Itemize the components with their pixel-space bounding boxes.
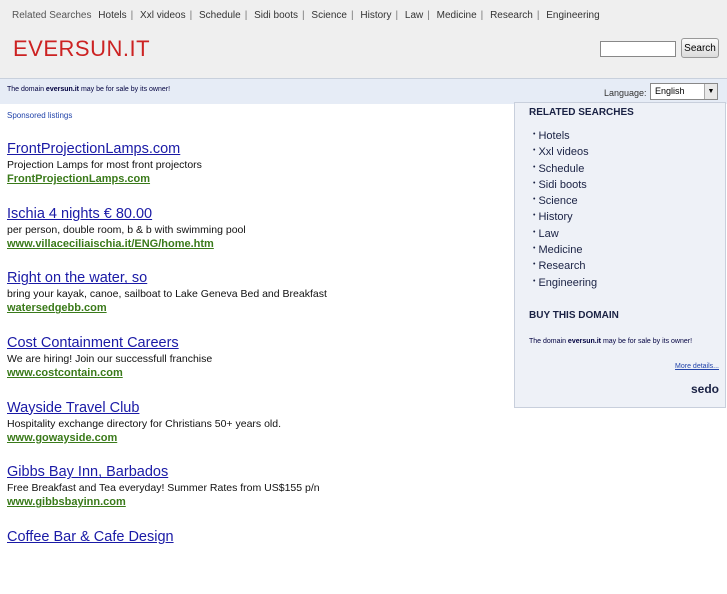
ad-title-link[interactable]: Coffee Bar & Cafe Design	[7, 529, 497, 546]
related-link-xxl-videos[interactable]: Xxl videos	[140, 10, 186, 21]
ad-description: per person, double room, b & b with swim…	[7, 223, 246, 236]
related-link-schedule[interactable]: Schedule	[199, 10, 241, 21]
ad-url-link[interactable]: www.costcontain.com	[7, 366, 497, 380]
ad-listing: Gibbs Bay Inn, Barbados Free Breakfast a…	[7, 464, 497, 529]
ad-description: Free Breakfast and Tea everyday! Summer …	[7, 482, 320, 495]
ad-listing: Ischia 4 nights € 80.00 per person, doub…	[7, 206, 497, 271]
bullet-icon: •	[533, 277, 536, 285]
sidebar-item-schedule[interactable]: • Schedule	[533, 160, 597, 176]
bullet-icon: •	[533, 179, 536, 187]
domain-notice-bar: The domain eversun.it may be for sale by…	[0, 78, 727, 104]
sponsored-listings-label: Sponsored listings	[7, 111, 73, 120]
ad-description: Projection Lamps for most front projecto…	[7, 159, 202, 171]
sidebar-item-xxl-videos[interactable]: • Xxl videos	[533, 143, 597, 159]
sedo-logo[interactable]: sedo	[691, 382, 719, 396]
buy-domain-name: eversun.it	[567, 338, 601, 345]
bullet-icon: •	[533, 131, 536, 138]
sidebar-item-sidi-boots[interactable]: • Sidi boots	[533, 176, 597, 192]
sidebar-item-science[interactable]: • Science	[533, 192, 597, 208]
related-link-hotels[interactable]: Hotels	[98, 10, 126, 21]
related-searches-list: • Hotels • Xxl videos • Schedule • Sidi boot…	[533, 127, 597, 290]
sidebar-item-medicine[interactable]: • Medicine	[533, 241, 597, 257]
ad-title-link[interactable]: Right on the water, so	[7, 270, 497, 287]
ad-description: bring your kayak, canoe, sailboat to Lak…	[7, 288, 327, 301]
related-link-medicine[interactable]: Medicine	[437, 10, 477, 21]
notice-domain-name: eversun.it	[45, 86, 79, 93]
ad-title-link[interactable]: Gibbs Bay Inn, Barbados	[7, 464, 497, 481]
language-select[interactable]: English ▼	[650, 83, 718, 100]
buy-domain-heading: BUY THIS DOMAIN	[529, 310, 619, 321]
more-details-link[interactable]: More details...	[675, 363, 719, 370]
bullet-icon: •	[533, 196, 536, 204]
site-logo[interactable]: EVERSUN.IT	[13, 36, 150, 62]
related-link-research[interactable]: Research	[490, 10, 533, 21]
bullet-icon: •	[533, 163, 536, 171]
chevron-down-icon[interactable]: ▼	[704, 84, 717, 99]
ad-url-link[interactable]: www.gibbsbayinn.com	[7, 495, 497, 509]
related-searches-heading: RELATED SEARCHES	[529, 107, 634, 118]
ad-listing: Wayside Travel Club Hospitality exchange…	[7, 400, 497, 465]
related-link-sidi-boots[interactable]: Sidi boots	[254, 10, 298, 21]
ad-description: Hospitality exchange directory for Chris…	[7, 417, 282, 430]
ad-url-link[interactable]: www.gowayside.com	[7, 431, 497, 445]
language-select-value: English	[655, 86, 685, 96]
search-button[interactable]: Search	[681, 38, 719, 58]
ad-url-link[interactable]: watersedgebb.com	[7, 301, 497, 315]
sidebar-item-hotels[interactable]: • Hotels	[533, 127, 597, 143]
sidebar-item-history[interactable]: • History	[533, 208, 597, 224]
domain-sale-notice: The domain eversun.it may be for sale by…	[7, 86, 171, 93]
search-input[interactable]	[600, 41, 676, 57]
related-link-law[interactable]: Law	[405, 10, 423, 21]
bullet-icon: •	[533, 245, 536, 253]
related-link-engineering[interactable]: Engineering	[546, 10, 599, 21]
bullet-icon: •	[533, 212, 536, 220]
ad-title-link[interactable]: Cost Containment Careers	[7, 335, 497, 352]
ad-title-link[interactable]: Ischia 4 nights € 80.00	[7, 206, 497, 223]
sidebar-item-law[interactable]: • Law	[533, 225, 597, 241]
ad-listing: Right on the water, so bring your kayak,…	[7, 270, 497, 335]
ad-url-link[interactable]: www.villaceciliaischia.it/ENG/home.htm	[7, 237, 497, 251]
buy-domain-notice: The domain eversun.it may be for sale by…	[529, 338, 693, 345]
ad-listing: FrontProjectionLamps.com Projection Lamp…	[7, 141, 497, 206]
related-link-history[interactable]: History	[360, 10, 391, 21]
ad-url-link[interactable]: FrontProjectionLamps.com	[7, 172, 497, 186]
ad-listing: Coffee Bar & Cafe Design	[7, 529, 497, 594]
bullet-icon: •	[533, 261, 536, 269]
related-link-science[interactable]: Science	[311, 10, 347, 21]
sidebar: RELATED SEARCHES • Hotels • Xxl videos • Sc…	[514, 102, 726, 408]
ad-title-link[interactable]: FrontProjectionLamps.com	[7, 141, 497, 158]
bullet-icon: •	[533, 147, 536, 155]
ad-title-link[interactable]: Wayside Travel Club	[7, 400, 497, 417]
related-searches-label: Related Searches	[12, 10, 92, 21]
bullet-icon: •	[533, 228, 536, 236]
related-searches-bar: Related Searches Hotels | Xxl videos | Sch…	[12, 10, 600, 21]
sidebar-item-research[interactable]: • Research	[533, 257, 597, 273]
ad-description: We are hiring! Join our successfull fran…	[7, 353, 213, 366]
ad-listing: Cost Containment Careers We are hiring! …	[7, 335, 497, 400]
top-header: Related Searches Hotels | Xxl videos | Sch…	[0, 0, 727, 78]
language-label: Language:	[604, 88, 647, 98]
ad-listings: FrontProjectionLamps.com Projection Lamp…	[7, 141, 497, 594]
sidebar-item-engineering[interactable]: • Engineering	[533, 274, 597, 290]
